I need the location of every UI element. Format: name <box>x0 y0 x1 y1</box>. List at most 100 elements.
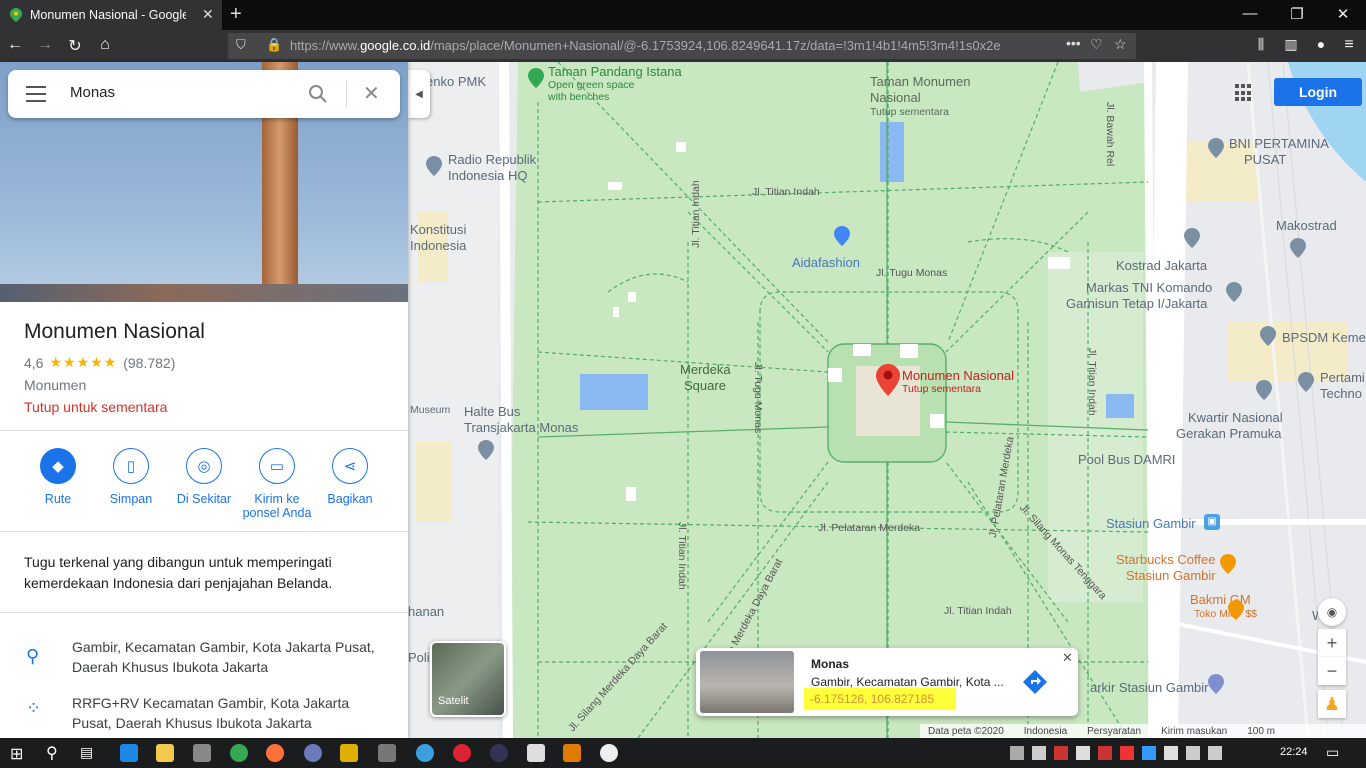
volume-icon[interactable] <box>1208 746 1222 760</box>
close-tab-icon[interactable]: ✕ <box>202 6 214 23</box>
search-icon[interactable] <box>308 84 328 104</box>
hamburger-menu-icon[interactable] <box>26 86 46 102</box>
page-actions-icon[interactable]: ••• <box>1066 35 1081 51</box>
map-label-rri[interactable]: Radio Republik <box>448 152 536 167</box>
app-icon[interactable] <box>416 744 434 762</box>
nearby-button[interactable]: ◎ Di Sekitar <box>164 448 244 506</box>
directions-icon[interactable] <box>1021 668 1049 696</box>
place-pin-icon[interactable] <box>426 156 442 176</box>
bookmark-star-icon[interactable]: ☆ <box>1114 36 1127 53</box>
calculator-icon[interactable] <box>193 744 211 762</box>
map-label-bni[interactable]: BNI PERTAMINA <box>1229 136 1329 151</box>
menu-icon[interactable]: ≡ <box>1338 36 1360 54</box>
map-label-halte[interactable]: Halte Bus <box>464 404 520 419</box>
app-icon[interactable] <box>563 744 581 762</box>
address-bar[interactable]: ⛉ 🔒 https://www.google.co.id/maps/place/… <box>228 33 1136 59</box>
cafe-pin-icon[interactable] <box>1220 554 1236 574</box>
tray-icon[interactable] <box>1076 746 1090 760</box>
place-pin-icon[interactable] <box>1184 228 1200 248</box>
pocket-icon[interactable]: ♡ <box>1090 36 1103 53</box>
store-icon[interactable] <box>527 744 545 762</box>
footer-scale[interactable]: 100 m <box>1247 726 1275 737</box>
map-label-museum[interactable]: Museum <box>410 404 450 416</box>
lock-app-icon[interactable] <box>340 744 358 762</box>
pegman-icon[interactable]: ♟ <box>1318 690 1346 718</box>
bus-pin-icon[interactable] <box>478 440 494 460</box>
app-icon[interactable] <box>600 744 618 762</box>
tray-icon[interactable] <box>1032 746 1046 760</box>
footer-feedback-link[interactable]: Kirim masukan <box>1161 726 1227 737</box>
new-tab-icon[interactable]: + <box>230 3 242 26</box>
footer-terms-link[interactable]: Persyaratan <box>1087 726 1141 737</box>
search-icon[interactable]: ⚲ <box>46 743 58 763</box>
app-icon[interactable] <box>490 744 508 762</box>
tray-icon[interactable] <box>1054 746 1068 760</box>
browser-tab-active[interactable]: Monumen Nasional - Google M ✕ <box>0 0 222 30</box>
zoom-in-button[interactable]: + <box>1318 629 1346 657</box>
account-icon[interactable]: ● <box>1310 36 1332 52</box>
edge-browser-icon[interactable] <box>120 744 138 762</box>
place-address[interactable]: Gambir, Kecamatan Gambir, Kota Jakarta P… <box>72 637 392 677</box>
app-icon[interactable] <box>304 744 322 762</box>
map-label-pertami[interactable]: Pertami <box>1320 370 1365 385</box>
satellite-layer-toggle[interactable]: Satelit <box>430 641 506 717</box>
close-window-icon[interactable]: ✕ <box>1333 5 1353 23</box>
park-pin-icon[interactable] <box>528 68 544 88</box>
map-label-konstitusi[interactable]: Konstitusi <box>410 222 466 237</box>
map-label-merdeka-square[interactable]: Merdeka <box>680 362 731 377</box>
collapse-panel-button[interactable]: ◀ <box>408 70 430 118</box>
zoom-out-button[interactable]: − <box>1318 657 1346 685</box>
save-button[interactable]: ▯ Simpan <box>91 448 171 506</box>
apps-grid-icon[interactable] <box>1235 84 1253 102</box>
notifications-icon[interactable]: ▭ <box>1326 744 1339 761</box>
place-pin-icon[interactable] <box>1256 380 1272 400</box>
map-label-pool-bus[interactable]: Pool Bus DAMRI <box>1078 452 1176 467</box>
bluetooth-icon[interactable] <box>1142 746 1156 760</box>
place-popup-card[interactable]: Monas Gambir, Kecamatan Gambir, Kota ...… <box>696 648 1078 716</box>
train-station-icon[interactable]: ▣ <box>1204 514 1220 530</box>
restaurant-pin-icon[interactable] <box>1228 600 1244 620</box>
app-icon[interactable] <box>378 744 396 762</box>
clear-search-icon[interactable]: ✕ <box>363 81 380 106</box>
map-label-starbucks[interactable]: Starbucks Coffee <box>1116 552 1215 567</box>
taskbar-clock[interactable]: 22:24 <box>1280 746 1308 758</box>
location-pin-icon[interactable] <box>876 364 900 396</box>
search-input[interactable] <box>70 84 290 101</box>
map-canvas[interactable]: Taman Pandang Istana Open green space wi… <box>408 62 1366 738</box>
map-label-bpsdm[interactable]: BPSDM Keme <box>1282 330 1366 345</box>
back-arrow-icon[interactable]: ← <box>4 36 26 54</box>
close-popup-icon[interactable]: ✕ <box>1062 650 1073 666</box>
map-label-parkir[interactable]: arkir Stasiun Gambir <box>1090 680 1208 695</box>
network-icon[interactable] <box>1186 746 1200 760</box>
map-label-taman-pandang[interactable]: Taman Pandang Istana <box>548 64 682 79</box>
send-to-phone-button[interactable]: ▭ Kirim ke ponsel Anda <box>237 448 317 520</box>
shield-icon[interactable]: ⛉ <box>236 37 246 53</box>
app-icon[interactable] <box>453 744 471 762</box>
map-label-aidafashion[interactable]: Aidafashion <box>792 255 860 270</box>
review-count-link[interactable]: (98.782) <box>123 355 175 371</box>
popup-coordinates[interactable]: -6.175126, 106.827185 <box>804 688 956 710</box>
place-pin-icon[interactable] <box>1226 282 1242 302</box>
search-box[interactable]: ✕ <box>8 70 400 118</box>
map-label-monas-pin[interactable]: Monumen Nasional <box>902 368 1014 383</box>
reload-icon[interactable]: ↻ <box>64 36 86 56</box>
shopping-pin-icon[interactable] <box>834 226 850 246</box>
login-button[interactable]: Login <box>1274 78 1362 106</box>
tray-icon[interactable] <box>1164 746 1178 760</box>
map-label-taman-monumen[interactable]: Taman Monumen <box>870 74 970 89</box>
lock-icon[interactable]: 🔒 <box>266 37 282 53</box>
map-label-makostrad[interactable]: Makostrad <box>1276 218 1337 233</box>
firefox-icon[interactable] <box>266 744 284 762</box>
map-label-kwartir[interactable]: Kwartir Nasional <box>1188 410 1283 425</box>
tray-icon[interactable] <box>1010 746 1024 760</box>
windows-start-icon[interactable]: ⊞ <box>10 744 23 764</box>
library-icon[interactable]: ⫼ <box>1250 36 1272 53</box>
file-explorer-icon[interactable] <box>156 744 174 762</box>
map-label-markas[interactable]: Markas TNI Komando <box>1086 280 1212 295</box>
system-tray[interactable] <box>1010 746 1260 760</box>
home-icon[interactable]: ⌂ <box>94 36 116 54</box>
map-label-kostrad[interactable]: Kostrad Jakarta <box>1116 258 1207 273</box>
forward-arrow-icon[interactable]: → <box>34 36 56 54</box>
minimize-window-icon[interactable]: — <box>1240 5 1260 22</box>
bank-pin-icon[interactable] <box>1208 138 1224 158</box>
